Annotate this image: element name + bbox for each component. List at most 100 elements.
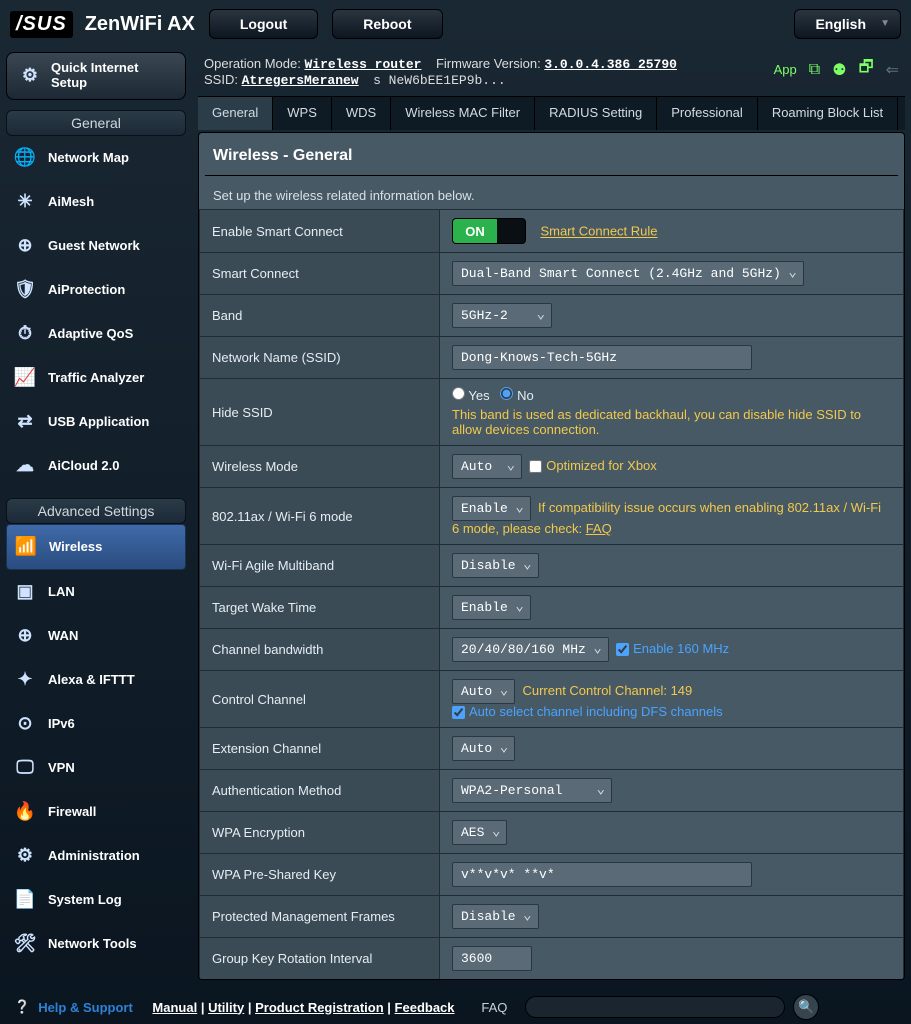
sidebar-item-label: Firewall bbox=[48, 804, 96, 819]
dfs-label: Auto select channel including DFS channe… bbox=[469, 704, 723, 719]
sidebar-item-usb-application[interactable]: ⇄ USB Application bbox=[6, 400, 186, 444]
sidebar-item-system-log[interactable]: 📄System Log bbox=[6, 878, 186, 922]
wireless-icon: 📶 bbox=[13, 534, 39, 560]
gear-icon: ⚙ bbox=[17, 63, 43, 89]
sidebar-item-lan[interactable]: ▣LAN bbox=[6, 570, 186, 614]
wan-icon: ⊕ bbox=[12, 623, 38, 649]
op-mode-value[interactable]: Wireless router bbox=[304, 57, 421, 72]
usb-application-icon: ⇄ bbox=[12, 409, 38, 435]
wifi-icon[interactable]: 🗗 bbox=[859, 56, 874, 83]
sidebar-item-label: Traffic Analyzer bbox=[48, 370, 144, 385]
tab-general[interactable]: General bbox=[198, 97, 273, 130]
sidebar-item-network-map[interactable]: 🌐Network Map bbox=[6, 136, 186, 180]
extension-channel-select[interactable]: Auto bbox=[452, 736, 515, 761]
aimesh-icon: ✳ bbox=[12, 189, 38, 215]
hide-ssid-yes[interactable]: Yes bbox=[452, 388, 490, 403]
label-psk: WPA Pre-Shared Key bbox=[200, 854, 440, 896]
enable-160-label: Enable 160 MHz bbox=[633, 641, 729, 656]
smart-connect-toggle[interactable]: ON bbox=[452, 218, 526, 244]
fw-value[interactable]: 3.0.0.4.386_25790 bbox=[544, 57, 677, 72]
sidebar-item-aiprotection[interactable]: 🛡AiProtection bbox=[6, 268, 186, 312]
sidebar-item-wan[interactable]: ⊕ WAN bbox=[6, 614, 186, 658]
reboot-button[interactable]: Reboot bbox=[332, 9, 442, 39]
traffic-analyzer-icon: 📈 bbox=[12, 365, 38, 391]
tab-radius-setting[interactable]: RADIUS Setting bbox=[535, 97, 657, 130]
sidebar-item-network-tools[interactable]: 🛠Network Tools bbox=[6, 922, 186, 966]
wireless-mode-select[interactable]: Auto bbox=[452, 454, 522, 479]
dfs-checkbox[interactable] bbox=[452, 706, 465, 719]
language-select[interactable]: English bbox=[794, 9, 901, 39]
hide-ssid-no[interactable]: No bbox=[500, 388, 533, 403]
smart-connect-rule-link[interactable]: Smart Connect Rule bbox=[540, 224, 657, 239]
tab-professional[interactable]: Professional bbox=[657, 97, 758, 130]
footer-link-feedback[interactable]: Feedback bbox=[395, 1000, 455, 1015]
label-wireless-mode: Wireless Mode bbox=[200, 446, 440, 488]
sidebar-item-vpn[interactable]: 🖵VPN bbox=[6, 746, 186, 790]
label-group-key-interval: Group Key Rotation Interval bbox=[200, 938, 440, 980]
router-icon[interactable]: ⧉ bbox=[809, 61, 820, 79]
sidebar-item-ipv6[interactable]: ⊙IPv6 bbox=[6, 702, 186, 746]
sidebar-item-guest-network[interactable]: ⊕Guest Network bbox=[6, 224, 186, 268]
settings-panel: Wireless - General Set up the wireless r… bbox=[198, 132, 905, 980]
label-auth-method: Authentication Method bbox=[200, 770, 440, 812]
sidebar-item-firewall[interactable]: 🔥Firewall bbox=[6, 790, 186, 834]
xbox-checkbox[interactable] bbox=[529, 460, 542, 473]
clients-icon[interactable]: ⚉ bbox=[832, 60, 846, 80]
sidebar-item-wireless[interactable]: 📶Wireless bbox=[6, 524, 186, 570]
label-band: Band bbox=[200, 295, 440, 337]
sidebar-item-label: USB Application bbox=[48, 414, 149, 429]
band-select[interactable]: 5GHz-2 bbox=[452, 303, 552, 328]
control-channel-select[interactable]: Auto bbox=[452, 679, 515, 704]
wpa-encryption-select[interactable]: AES bbox=[452, 820, 507, 845]
sidebar: ⚙ Quick Internet Setup General 🌐Network … bbox=[0, 48, 192, 990]
control-channel-note: Current Control Channel: 149 bbox=[522, 683, 692, 698]
sidebar-item-aicloud[interactable]: ☁AiCloud 2.0 bbox=[6, 444, 186, 488]
usb-icon[interactable]: ⇐ bbox=[886, 60, 899, 80]
footer-link-utility[interactable]: Utility bbox=[208, 1000, 244, 1015]
label-agile-multiband: Wi-Fi Agile Multiband bbox=[200, 545, 440, 587]
tab-wireless-mac-filter[interactable]: Wireless MAC Filter bbox=[391, 97, 535, 130]
quick-internet-setup-button[interactable]: ⚙ Quick Internet Setup bbox=[6, 52, 186, 100]
tab-wds[interactable]: WDS bbox=[332, 97, 391, 130]
ssid-input[interactable]: Dong-Knows-Tech-5GHz bbox=[452, 345, 752, 370]
sidebar-item-label: System Log bbox=[48, 892, 122, 907]
app-link[interactable]: App bbox=[774, 62, 797, 77]
sidebar-item-label: WAN bbox=[48, 628, 78, 643]
twt-select[interactable]: Enable bbox=[452, 595, 531, 620]
footer-link-manual[interactable]: Manual bbox=[152, 1000, 197, 1015]
sidebar-item-alexa-ifttt[interactable]: ✦Alexa & IFTTT bbox=[6, 658, 186, 702]
agile-select[interactable]: Disable bbox=[452, 553, 539, 578]
tab-roaming-block-list[interactable]: Roaming Block List bbox=[758, 97, 898, 130]
aiprotection-icon: 🛡 bbox=[12, 277, 38, 303]
bandwidth-select[interactable]: 20/40/80/160 MHz bbox=[452, 637, 609, 662]
smart-connect-select[interactable]: Dual-Band Smart Connect (2.4GHz and 5GHz… bbox=[452, 261, 804, 286]
help-support-link[interactable]: Help & Support bbox=[38, 1000, 133, 1015]
enable-160-checkbox[interactable] bbox=[616, 643, 629, 656]
sidebar-item-label: Administration bbox=[48, 848, 140, 863]
wifi6-faq-link[interactable]: FAQ bbox=[586, 521, 612, 536]
search-button[interactable]: 🔍 bbox=[793, 994, 819, 1020]
sidebar-item-administration[interactable]: ⚙Administration bbox=[6, 834, 186, 878]
wifi6-mode-select[interactable]: Enable bbox=[452, 496, 531, 521]
sidebar-item-aimesh[interactable]: ✳AiMesh bbox=[6, 180, 186, 224]
sidebar-item-adaptive-qos[interactable]: ⏱Adaptive QoS bbox=[6, 312, 186, 356]
auth-method-select[interactable]: WPA2-Personal bbox=[452, 778, 612, 803]
logout-button[interactable]: Logout bbox=[209, 9, 318, 39]
ssid-value-1: AtregersMeranew bbox=[242, 73, 359, 88]
qis-label: Quick Internet Setup bbox=[51, 61, 138, 91]
sidebar-item-label: LAN bbox=[48, 584, 75, 599]
label-pmf: Protected Management Frames bbox=[200, 896, 440, 938]
psk-input[interactable]: v**v*v* **v* bbox=[452, 862, 752, 887]
pmf-select[interactable]: Disable bbox=[452, 904, 539, 929]
label-ssid: Network Name (SSID) bbox=[200, 337, 440, 379]
group-key-input[interactable]: 3600 bbox=[452, 946, 532, 971]
help-icon: ❔ bbox=[14, 999, 30, 1015]
sidebar-item-traffic-analyzer[interactable]: 📈 Traffic Analyzer bbox=[6, 356, 186, 400]
tab-wps[interactable]: WPS bbox=[273, 97, 332, 130]
fw-label: Firmware Version: bbox=[436, 56, 541, 71]
product-name: ZenWiFi AX bbox=[85, 13, 195, 36]
sidebar-item-label: AiCloud 2.0 bbox=[48, 458, 120, 473]
faq-search-input[interactable] bbox=[525, 996, 785, 1018]
panel-description: Set up the wireless related information … bbox=[199, 176, 904, 209]
footer-link-product-registration[interactable]: Product Registration bbox=[255, 1000, 384, 1015]
